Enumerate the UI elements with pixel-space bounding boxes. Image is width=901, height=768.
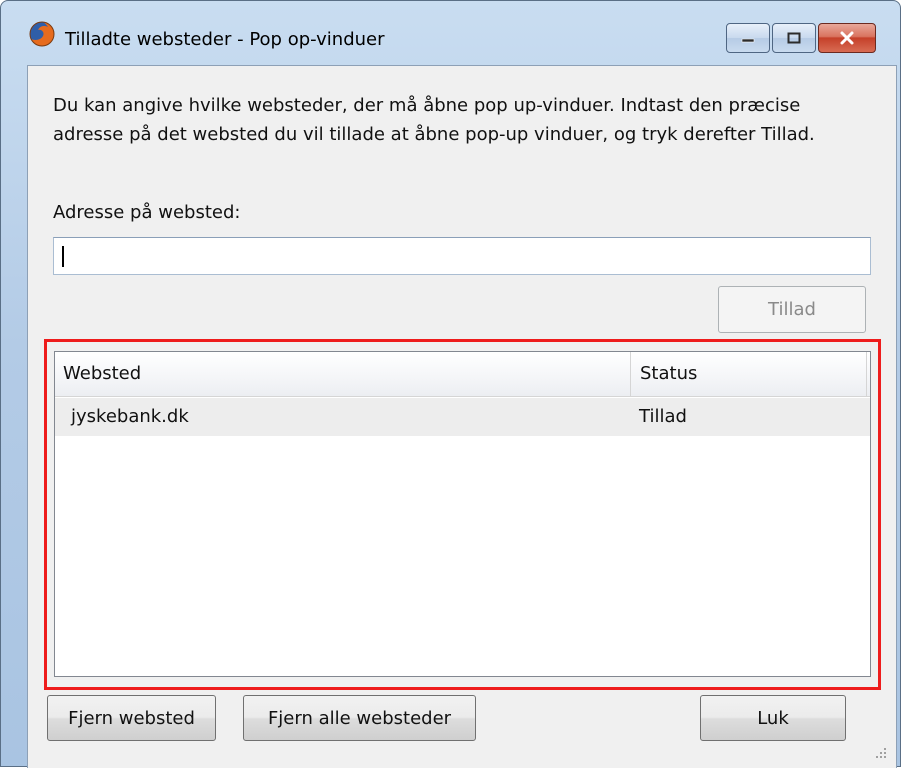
address-input[interactable] bbox=[53, 237, 871, 275]
remove-site-button[interactable]: Fjern websted bbox=[47, 695, 216, 741]
minimize-button[interactable] bbox=[726, 23, 770, 53]
allow-button[interactable]: Tillad bbox=[718, 286, 866, 333]
address-label: Adresse på websted: bbox=[53, 202, 241, 223]
close-icon bbox=[840, 31, 854, 45]
instructions-text: Du kan angive hvilke websteder, der må å… bbox=[53, 95, 815, 145]
list-row[interactable]: jyskebank.dk Tillad bbox=[55, 398, 870, 436]
column-header-site[interactable]: Websted bbox=[55, 352, 631, 396]
window-title: Tilladte websteder - Pop op-vinduer bbox=[65, 29, 385, 50]
remove-all-sites-button[interactable]: Fjern alle websteder bbox=[243, 695, 476, 741]
highlight-frame: Websted Status jyskebank.dk Tillad bbox=[44, 339, 881, 690]
text-caret bbox=[62, 246, 64, 267]
maximize-icon bbox=[787, 32, 801, 44]
list-header: Websted Status bbox=[55, 352, 870, 397]
dialog-window: Tilladte websteder - Pop op-vinduer Du k… bbox=[0, 0, 901, 768]
column-header-status[interactable]: Status bbox=[631, 352, 867, 396]
site-list[interactable]: Websted Status jyskebank.dk Tillad bbox=[54, 351, 871, 677]
caption-buttons bbox=[726, 23, 876, 53]
close-window-button[interactable] bbox=[818, 23, 876, 53]
maximize-button[interactable] bbox=[772, 23, 816, 53]
dialog-content: Du kan angive hvilke websteder, der må å… bbox=[27, 65, 897, 768]
close-button[interactable]: Luk bbox=[700, 695, 846, 741]
firefox-icon bbox=[29, 21, 55, 47]
title-bar[interactable]: Tilladte websteder - Pop op-vinduer bbox=[1, 1, 900, 53]
minimize-icon bbox=[741, 38, 755, 43]
row-status: Tillad bbox=[639, 406, 687, 427]
resize-grip-icon[interactable] bbox=[874, 746, 888, 760]
row-site: jyskebank.dk bbox=[71, 406, 189, 427]
